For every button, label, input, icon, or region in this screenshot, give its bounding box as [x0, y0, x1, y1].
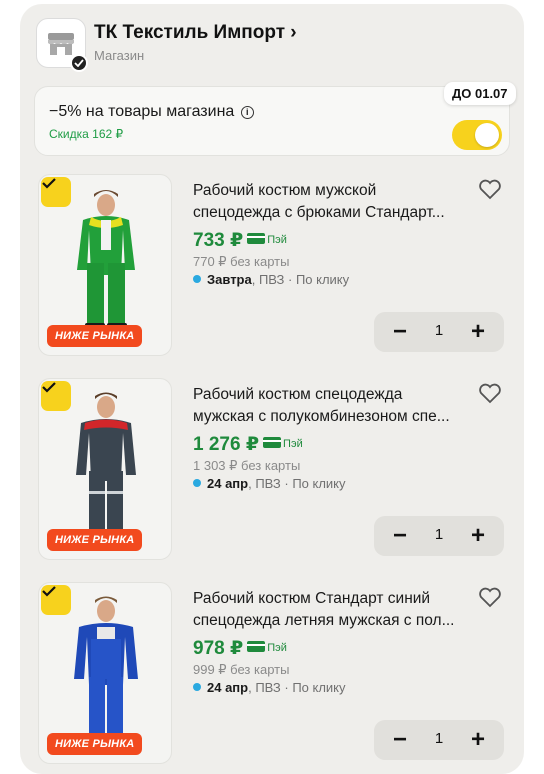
promo-date-badge: ДО 01.07 [444, 82, 516, 105]
item-checkbox[interactable] [41, 177, 71, 207]
card-icon [247, 641, 266, 652]
heart-icon[interactable] [478, 382, 502, 404]
price-without-card: 1 303 ₽ без карты [193, 458, 301, 473]
delivery-info: 24 апр, ПВЗ · По клику [193, 476, 346, 491]
product-title[interactable]: Рабочий костюм Стандарт синий спецодежда… [193, 588, 473, 632]
checkmark-icon [42, 382, 56, 393]
below-market-badge: НИЖЕ РЫНКА [47, 529, 143, 551]
quantity-value: 1 [434, 322, 444, 339]
increase-button[interactable]: + [456, 720, 500, 760]
shop-name[interactable]: ТК Текстиль Импорт › [94, 22, 297, 44]
shop-cart-card: ТК Текстиль Импорт › Магазин −5% на това… [20, 4, 524, 774]
product-price: 978 ₽ Пэй [193, 638, 287, 659]
promo-toggle[interactable] [452, 120, 502, 150]
product-image[interactable]: НИЖЕ РЫНКА [38, 174, 172, 356]
quantity-stepper: − 1 + [374, 516, 504, 556]
quantity-stepper: − 1 + [374, 312, 504, 352]
delivery-dot-icon [193, 479, 201, 487]
quantity-value: 1 [434, 730, 444, 747]
product-price: 733 ₽ Пэй [193, 230, 287, 251]
chevron-right-icon: › [290, 22, 297, 43]
delivery-info: Завтра, ПВЗ · По клику [193, 272, 349, 287]
increase-button[interactable]: + [456, 516, 500, 556]
heart-icon[interactable] [478, 178, 502, 200]
delivery-info: 24 апр, ПВЗ · По клику [193, 680, 346, 695]
product-title[interactable]: Рабочий костюм спецодежда мужская с полу… [193, 384, 473, 428]
decrease-button[interactable]: − [378, 516, 422, 556]
decrease-button[interactable]: − [378, 720, 422, 760]
checkmark-icon [42, 178, 56, 189]
toggle-knob [475, 123, 499, 147]
item-checkbox[interactable] [41, 381, 71, 411]
product-image[interactable]: НИЖЕ РЫНКА [38, 378, 172, 560]
shop-header[interactable]: ТК Текстиль Импорт › Магазин [36, 16, 508, 72]
cart-item: НИЖЕ РЫНКА Рабочий костюм спецодежда муж… [38, 378, 524, 568]
info-icon[interactable]: i [240, 106, 254, 119]
delivery-dot-icon [193, 275, 201, 283]
product-price: 1 276 ₽ Пэй [193, 434, 303, 455]
below-market-badge: НИЖЕ РЫНКА [47, 733, 143, 755]
cart-item: НИЖЕ РЫНКА Рабочий костюм Стандарт синий… [38, 582, 524, 772]
card-icon [263, 437, 282, 448]
delivery-dot-icon [193, 683, 201, 691]
heart-icon[interactable] [478, 586, 502, 608]
promo-discount: Скидка 162 ₽ [49, 127, 124, 141]
checkmark-icon [42, 586, 56, 597]
quantity-stepper: − 1 + [374, 720, 504, 760]
product-image[interactable]: НИЖЕ РЫНКА [38, 582, 172, 764]
decrease-button[interactable]: − [378, 312, 422, 352]
card-icon [247, 233, 266, 244]
price-without-card: 770 ₽ без карты [193, 254, 290, 269]
price-without-card: 999 ₽ без карты [193, 662, 290, 677]
cart-item: НИЖЕ РЫНКА Рабочий костюм мужской спецод… [38, 174, 524, 364]
quantity-value: 1 [434, 526, 444, 543]
shop-subtitle: Магазин [94, 48, 145, 63]
shop-promo-banner: −5% на товары магазина i Скидка 162 ₽ [34, 86, 510, 156]
verified-check-icon [70, 54, 88, 72]
product-title[interactable]: Рабочий костюм мужской спецодежда с брюк… [193, 180, 473, 224]
increase-button[interactable]: + [456, 312, 500, 352]
promo-title: −5% на товары магазина i [49, 103, 254, 121]
below-market-badge: НИЖЕ РЫНКА [47, 325, 143, 347]
item-checkbox[interactable] [41, 585, 71, 615]
